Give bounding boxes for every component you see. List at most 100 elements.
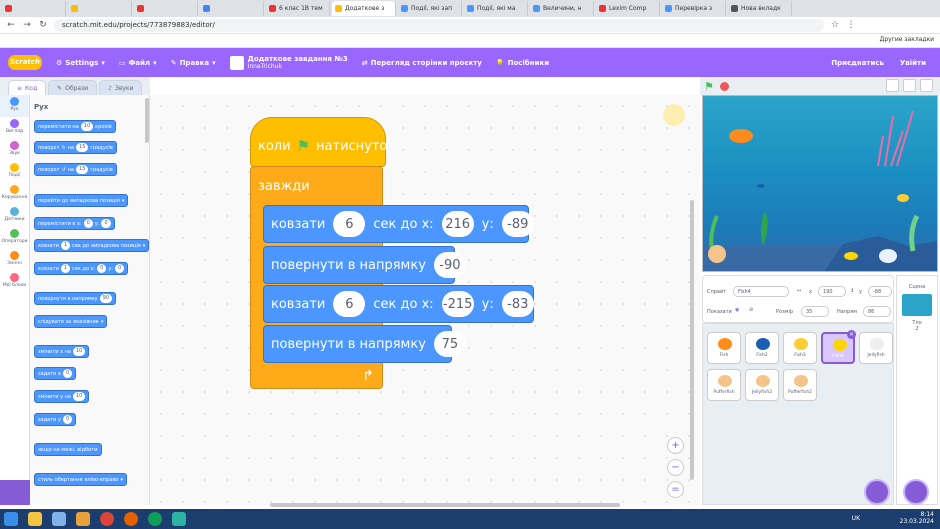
block-input[interactable]: 0 [62, 415, 73, 424]
browser-tab[interactable]: Величини, н [530, 1, 594, 16]
sprite-tile[interactable]: Fish [707, 332, 741, 364]
browser-tab[interactable]: Перевірка з [662, 1, 726, 16]
palette-block-goto[interactable]: перейти до випадкова позиція ▾ [34, 194, 129, 207]
clock[interactable]: 8:14 23.03.2024 [900, 511, 934, 525]
explorer-icon[interactable] [28, 512, 42, 526]
palette-block-glide-to[interactable]: ковзати 1 сек до випадкова позиція ▾ [34, 239, 149, 252]
see-project-page-button[interactable]: ⇄ Перегляд сторінки проєкту [362, 59, 482, 67]
eye-icon[interactable]: ◉ [735, 307, 739, 313]
browser-tab[interactable] [68, 1, 132, 16]
category-item[interactable]: Керування [0, 183, 29, 205]
workspace-v-scrollbar[interactable] [690, 200, 694, 480]
eye-off-icon[interactable]: ⊘ [749, 307, 753, 313]
block-input[interactable]: 0 [83, 219, 93, 228]
category-item[interactable]: Мої блоки [0, 271, 29, 293]
sprite-tile[interactable]: Pufferfish2 [783, 369, 817, 401]
palette-block-goto-xy[interactable]: перемістити в х: 0 у: 0 [34, 217, 115, 230]
browser-tab[interactable]: Нова вкладк [728, 1, 792, 16]
fish-sprite[interactable] [729, 129, 753, 143]
glide-y-input[interactable]: -83 [501, 291, 534, 317]
back-icon[interactable]: ← [6, 20, 16, 30]
browser-tab[interactable]: Lexim Comp [596, 1, 660, 16]
forward-icon[interactable]: → [22, 20, 32, 30]
glide-block-2[interactable]: ковзати 6 сек до х: -215 у: -83 [263, 285, 534, 323]
category-item[interactable]: Оператори [0, 227, 29, 249]
browser-tab[interactable] [2, 1, 66, 16]
palette-block-change-x[interactable]: змінити х на 10 [34, 345, 90, 358]
sprite-tile[interactable]: Fish3 [783, 332, 817, 364]
palette-block-rotation-style[interactable]: стиль обертання вліво-вправо ▾ [34, 473, 127, 486]
browser-tab[interactable]: Події, які ма [464, 1, 528, 16]
zoom-out-button[interactable]: − [667, 459, 684, 476]
palette-block-point-direction[interactable]: повернути в напрямку 90 [34, 292, 116, 305]
add-backdrop-button[interactable] [903, 479, 929, 505]
palette-block-set-y[interactable]: задати у0 [34, 413, 77, 426]
stage-selector[interactable]: Сцена Тло 2 [896, 275, 938, 505]
tab-code[interactable]: ≡ Код [8, 80, 47, 95]
block-dropdown[interactable]: випадкова позиція [70, 198, 120, 204]
category-item[interactable]: Вигляд [0, 117, 29, 139]
star-icon[interactable]: ☆ [830, 20, 840, 30]
browser-tab[interactable] [200, 1, 264, 16]
point-direction-block-2[interactable]: повернути в напрямку 75 [263, 325, 466, 363]
direction-input[interactable]: 75 [433, 331, 466, 357]
block-input[interactable]: 1 [60, 241, 71, 250]
small-stage-icon[interactable] [886, 79, 899, 92]
glide-y-input[interactable]: -89 [501, 211, 534, 237]
app-icon[interactable] [172, 512, 186, 526]
block-input[interactable]: 10 [72, 392, 86, 401]
point-direction-block-1[interactable]: повернути в напрямку -90 [263, 246, 466, 284]
block-input[interactable]: 0 [101, 219, 111, 228]
language-indicator[interactable]: UK [852, 515, 860, 522]
browser-tab[interactable]: Додаткове з [332, 1, 396, 16]
stage-canvas[interactable] [702, 95, 938, 272]
palette-block-move[interactable]: перемістити на 10 кроків [34, 120, 116, 133]
palette-block-glide-xy[interactable]: ковзати 1 сек до х: 0 у: 0 [34, 262, 129, 275]
direction-input[interactable]: 86 [863, 306, 891, 317]
glide-secs-input[interactable]: 6 [333, 211, 366, 237]
fullscreen-icon[interactable] [920, 79, 933, 92]
fish2-sprite[interactable] [757, 184, 765, 188]
stop-icon[interactable] [720, 82, 729, 91]
browser-tab[interactable]: Події, які зап [398, 1, 462, 16]
x-input[interactable]: 190 [818, 286, 846, 297]
block-input[interactable]: 15 [76, 165, 89, 174]
category-item[interactable]: Звук [0, 139, 29, 161]
sprite-tile[interactable]: Pufferfish [707, 369, 741, 401]
other-bookmarks[interactable]: Другие закладки [880, 36, 934, 43]
palette-block-turn-left[interactable]: поворот ↺ на 15 градусів [34, 163, 117, 176]
palette-block-turn-right[interactable]: поворот ↻ на 15 градусів [34, 141, 117, 154]
chrome-active-icon[interactable] [148, 512, 162, 526]
browser-tab[interactable] [134, 1, 198, 16]
size-input[interactable]: 35 [801, 306, 829, 317]
block-dropdown[interactable]: вказівник [73, 319, 99, 325]
settings-menu[interactable]: ⚙ Settings ▾ [56, 59, 105, 67]
sprite-tile[interactable]: Fish2 [745, 332, 779, 364]
chrome-icon[interactable] [100, 512, 114, 526]
green-flag-icon[interactable]: ⚑ [704, 80, 714, 93]
glide-block-1[interactable]: ковзати 6 сек до х: 216 у: -89 [263, 205, 534, 243]
zoom-in-button[interactable]: + [667, 437, 684, 454]
block-input[interactable]: 1 [60, 264, 71, 273]
delete-sprite-icon[interactable]: × [847, 330, 856, 339]
folder-icon[interactable] [52, 512, 66, 526]
block-dropdown[interactable]: вліво-вправо [85, 477, 119, 483]
zoom-reset-button[interactable]: = [667, 481, 684, 498]
fish4-sprite[interactable] [844, 252, 858, 260]
y-input[interactable]: -88 [868, 286, 892, 297]
scratch-logo[interactable]: Scratch [8, 55, 42, 70]
palette-block-bounce[interactable]: якщо на межі, відбити [34, 443, 102, 456]
sprite-tile[interactable]: Fish4 × [821, 330, 856, 364]
block-input[interactable]: 0 [62, 369, 73, 378]
firefox-icon[interactable] [124, 512, 138, 526]
block-input[interactable]: 90 [99, 294, 112, 303]
project-title-area[interactable]: Додаткове завдання №3 InnaTrichuk [229, 55, 348, 70]
large-stage-icon[interactable] [903, 79, 916, 92]
block-input[interactable]: 10 [80, 122, 94, 131]
category-item[interactable]: Події [0, 161, 29, 183]
block-input[interactable]: 15 [76, 143, 89, 152]
sprite-tile[interactable]: Jellyfish2 [745, 369, 779, 401]
url-field[interactable]: scratch.mit.edu/projects/773879883/edito… [54, 18, 824, 32]
windows-start-icon[interactable] [4, 512, 18, 526]
add-sprite-button[interactable] [864, 479, 890, 505]
